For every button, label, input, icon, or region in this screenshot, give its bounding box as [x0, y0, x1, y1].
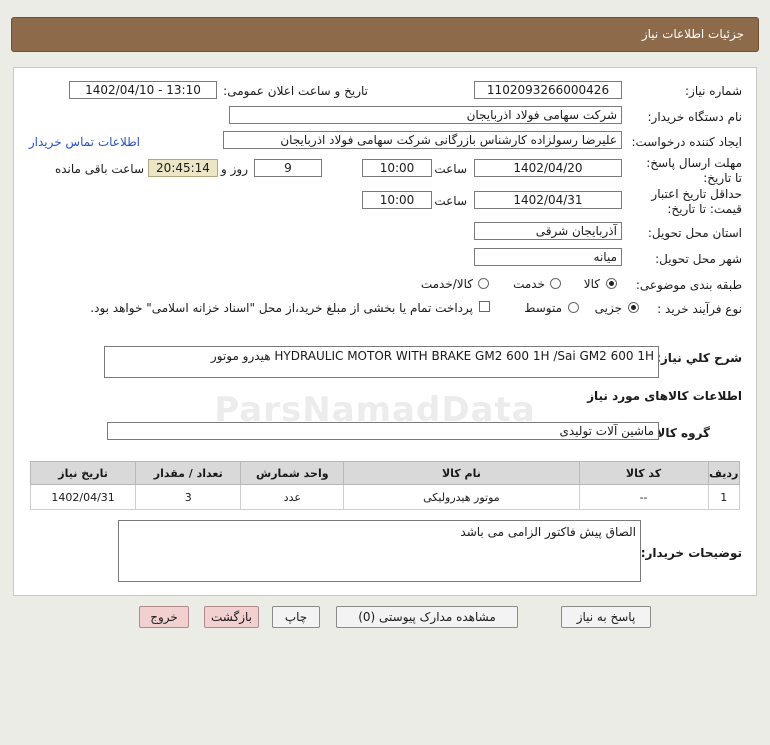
days-label: روز و	[221, 162, 248, 176]
process-minor-radio[interactable]	[628, 302, 639, 313]
buyer-notes-label: توضیحات خریدار:	[640, 546, 742, 560]
remaining-time-field: 20:45:14	[148, 159, 218, 177]
category-goods-service-label: کالا/خدمت	[420, 277, 473, 291]
requester-field: علیرضا رسولزاده کارشناس بازرگانی شرکت سه…	[223, 131, 622, 149]
page-title: جزئیات اطلاعات نیاز	[641, 27, 744, 41]
view-documents-button[interactable]: مشاهده مدارک پیوستی (0)	[336, 606, 518, 628]
validity-label: حداقل تاریخ اعتبار قیمت: تا تاریخ:	[651, 187, 742, 216]
table-row: 1 -- موتور هیدرولیکی عدد 3 1402/04/31	[29, 484, 741, 510]
col-row-header: ردیف	[707, 461, 741, 485]
need-number-label: شماره نیاز:	[685, 84, 742, 98]
reply-time-label: ساعت	[434, 162, 467, 176]
buyer-notes-field: الصاق پیش فاکتور الزامی می باشد	[118, 520, 641, 582]
col-name-header: نام کالا	[343, 461, 580, 485]
days-field: 9	[254, 159, 322, 177]
process-medium-radio[interactable]	[568, 302, 579, 313]
goods-group-field: ماشین آلات تولیدی	[107, 422, 659, 440]
process-minor-label: جزیی	[594, 301, 622, 315]
reply-time-field: 10:00	[362, 159, 432, 177]
description-label: شرح کلي نياز:	[656, 351, 742, 365]
cell-code: --	[578, 484, 709, 510]
col-unit-header: واحد شمارش	[240, 461, 345, 485]
category-label: طبقه بندی موضوعی:	[635, 278, 742, 292]
col-code-header: کد کالا	[578, 461, 709, 485]
cell-unit: عدد	[240, 484, 345, 510]
announce-label: تاریخ و ساعت اعلان عمومی:	[223, 84, 368, 98]
buyer-org-field: شرکت سهامی فولاد اذربایجان	[229, 106, 622, 124]
category-goods-radio[interactable]	[606, 278, 617, 289]
back-button[interactable]: بازگشت	[204, 606, 259, 628]
goods-section-title: اطلاعات کالاهای مورد نیاز	[587, 389, 742, 403]
print-button[interactable]: چاپ	[272, 606, 320, 628]
category-service-radio[interactable]	[550, 278, 561, 289]
need-number-field: 1102093266000426	[474, 81, 622, 99]
validity-time-field: 10:00	[362, 191, 432, 209]
province-field: آذربایجان شرقی	[474, 222, 622, 240]
buyer-org-label: نام دستگاه خریدار:	[647, 110, 743, 124]
treasury-payment-note: پرداخت تمام یا بخشی از مبلغ خرید،از محل …	[90, 301, 473, 315]
description-field: HYDRAULIC MOTOR WITH BRAKE GM2 600 1H /S…	[104, 346, 659, 378]
category-goods-label: کالا	[583, 277, 600, 291]
cell-qty: 3	[135, 484, 242, 510]
goods-group-label: گروه کالا:	[651, 426, 710, 440]
remaining-label: ساعت باقی مانده	[54, 162, 144, 176]
exit-button[interactable]: خروج	[139, 606, 189, 628]
table-header-row: ردیف کد کالا نام کالا واحد شمارش تعداد /…	[29, 461, 741, 485]
city-field: میانه	[474, 248, 622, 266]
validity-time-label: ساعت	[434, 194, 467, 208]
reply-date-field: 1402/04/20	[474, 159, 622, 177]
requester-label: ایجاد کننده درخواست:	[631, 135, 742, 149]
cell-date: 1402/04/31	[29, 484, 137, 510]
province-label: استان محل تحویل:	[647, 226, 742, 240]
col-date-header: تاریخ نیاز	[29, 461, 137, 485]
reply-button[interactable]: پاسخ به نیاز	[561, 606, 651, 628]
cell-name: موتور هیدرولیکی	[343, 484, 580, 510]
page-title-bar: جزئیات اطلاعات نیاز	[11, 17, 759, 52]
validity-date-field: 1402/04/31	[474, 191, 622, 209]
city-label: شهر محل تحویل:	[655, 252, 742, 266]
announce-field: 1402/04/10 - 13:10	[69, 81, 217, 99]
treasury-payment-checkbox[interactable]	[479, 301, 490, 312]
reply-deadline-label: مهلت ارسال پاسخ: تا تاریخ:	[646, 156, 742, 185]
category-service-label: خدمت	[513, 277, 545, 291]
contact-buyer-link[interactable]: اطلاعات تماس خریدار	[29, 135, 140, 149]
process-medium-label: متوسط	[524, 301, 562, 315]
cell-row: 1	[707, 484, 741, 510]
category-goods-service-radio[interactable]	[478, 278, 489, 289]
goods-table: ردیف کد کالا نام کالا واحد شمارش تعداد /…	[29, 461, 741, 510]
col-qty-header: تعداد / مقدار	[135, 461, 242, 485]
process-label: نوع فرآیند خرید :	[657, 302, 742, 316]
